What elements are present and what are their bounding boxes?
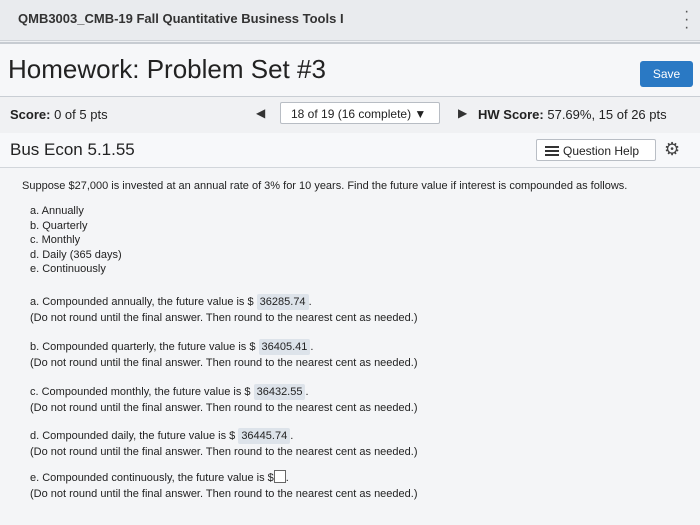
answer-b-value[interactable]: 36405.41 bbox=[258, 339, 311, 355]
question-score: Score: 0 of 5 pts bbox=[10, 107, 108, 122]
question-id: Bus Econ 5.1.55 bbox=[10, 140, 135, 159]
answer-d-note: (Do not round until the final answer. Th… bbox=[30, 446, 418, 458]
option-b: b. Quarterly bbox=[30, 219, 88, 232]
option-e: e. Continuously bbox=[30, 263, 106, 275]
previous-question-button[interactable]: ◀ bbox=[256, 106, 265, 120]
answer-d-value[interactable]: 36445.74 bbox=[238, 428, 291, 444]
top-bar: QMB3003_CMB-19 Fall Quantitative Busines… bbox=[0, 0, 700, 41]
next-question-button[interactable]: ▶ bbox=[458, 106, 467, 120]
answer-e: e. Compounded continuously, the future v… bbox=[30, 470, 418, 500]
save-button[interactable]: Save bbox=[640, 61, 693, 87]
course-title: QMB3003_CMB-19 Fall Quantitative Busines… bbox=[18, 11, 344, 26]
question-select[interactable]: 18 of 19 (16 complete) ▼ bbox=[280, 102, 440, 124]
answer-b: b. Compounded quarterly, the future valu… bbox=[30, 339, 418, 369]
option-a: a. Annually bbox=[30, 205, 84, 217]
score-bar: Score: 0 of 5 pts ◀ 18 of 19 (16 complet… bbox=[0, 96, 700, 134]
answer-c-note: (Do not round until the final answer. Th… bbox=[30, 402, 418, 414]
question-prompt: Suppose $27,000 is invested at an annual… bbox=[22, 180, 628, 192]
answer-c: c. Compounded monthly, the future value … bbox=[30, 384, 418, 414]
answer-e-input[interactable] bbox=[273, 470, 286, 483]
homework-header: Homework: Problem Set #3 Save bbox=[0, 42, 700, 98]
option-c: c. Monthly bbox=[30, 234, 81, 246]
more-options-icon[interactable]: · · · bbox=[684, 4, 689, 36]
answer-b-note: (Do not round until the final answer. Th… bbox=[30, 357, 418, 369]
answer-c-value[interactable]: 36432.55 bbox=[253, 384, 306, 400]
homework-title: Homework: Problem Set #3 bbox=[8, 54, 326, 84]
answer-d: d. Compounded daily, the future value is… bbox=[30, 428, 418, 458]
answer-a-value[interactable]: 36285.74 bbox=[256, 294, 309, 310]
question-help-button[interactable]: Question Help bbox=[536, 139, 656, 161]
answer-a-note: (Do not round until the final answer. Th… bbox=[30, 312, 418, 324]
question-header: Bus Econ 5.1.55 Question Help ⚙ bbox=[0, 133, 700, 168]
answer-a: a. Compounded annually, the future value… bbox=[30, 294, 418, 324]
option-d: d. Daily (365 days) bbox=[30, 248, 122, 261]
question-content: Suppose $27,000 is invested at an annual… bbox=[0, 168, 700, 525]
options-list: a. Annually b. Quarterly c. Monthly d. D… bbox=[30, 204, 122, 277]
gear-icon[interactable]: ⚙ bbox=[664, 139, 680, 160]
list-icon bbox=[545, 146, 559, 156]
answer-e-note: (Do not round until the final answer. Th… bbox=[30, 488, 418, 500]
homework-score: HW Score: 57.69%, 15 of 26 pts bbox=[478, 107, 667, 122]
